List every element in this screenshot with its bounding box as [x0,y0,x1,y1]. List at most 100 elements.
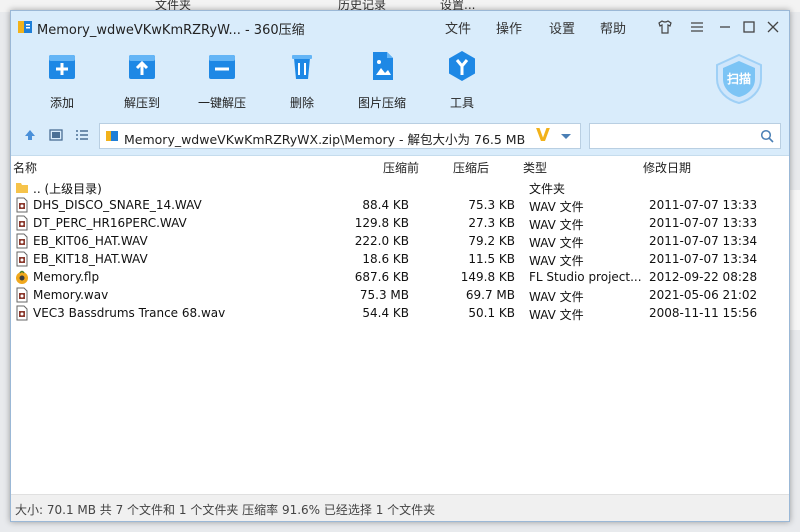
file-type: 文件夹 [529,182,566,196]
skin-button[interactable] [655,17,675,37]
file-row[interactable]: EB_KIT06_HAT.WAV 222.0 KB 79.2 KB WAV 文件 201… [11,232,789,250]
file-size: 75.3 MB [359,288,409,302]
search-box [589,123,781,149]
thumbnail-view-icon[interactable] [49,128,63,142]
file-type: WAV 文件 [529,200,584,214]
one-click-extract-icon [209,55,235,79]
audio-file-icon [15,305,29,321]
file-name: .. (上级目录) [33,182,102,196]
trash-icon [292,55,312,79]
menu-button[interactable] [687,17,707,37]
image-compress-icon [373,52,393,80]
column-type[interactable]: 类型 [523,159,547,176]
file-type: FL Studio project... [529,270,642,284]
file-name: VEC3 Bassdrums Trance 68.wav [33,306,226,320]
path-box[interactable]: Memory_wdweVKwKmRZRyWX.zip\Memory - 解包大小… [99,123,581,149]
menu-file[interactable]: 文件 [445,18,471,37]
minimize-button[interactable] [715,17,735,37]
file-row[interactable]: Memory.flp 687.6 KB 149.8 KB FL Studio proj… [11,268,789,286]
file-compressed-size: 149.8 KB [460,270,515,284]
chevron-down-icon[interactable] [560,130,572,142]
audio-file-icon [15,233,29,249]
image-compress-label: 图片压缩 [357,96,406,110]
file-row[interactable]: .. (上级目录) 文件夹 [11,178,789,196]
column-header: 名称 压缩前 压缩后 类型 修改日期 [11,156,789,176]
audio-file-icon [15,197,29,213]
column-modified[interactable]: 修改日期 [643,159,691,176]
close-icon [767,21,779,33]
one-click-extract-label: 一键解压 [197,96,246,110]
file-size: 222.0 KB [354,234,409,248]
status-bar: 大小: 70.1 MB 共 7 个文件和 1 个文件夹 压缩率 91.6% 已经… [11,494,789,521]
column-name[interactable]: 名称 [13,159,37,176]
tshirt-icon [658,20,672,34]
path-text: Memory_wdweVKwKmRZRyWX.zip\Memory - 解包大小… [124,132,526,147]
address-bar: Memory_wdweVKwKmRZRyWX.zip\Memory - 解包大小… [11,115,789,156]
file-row[interactable]: EB_KIT18_HAT.WAV 18.6 KB 11.5 KB WAV 文件 2011… [11,250,789,268]
file-modified: 2021-05-06 21:02 [649,288,758,302]
list-view-icon[interactable] [75,128,89,142]
archive-app-icon [18,21,32,33]
file-type: WAV 文件 [529,218,584,232]
vip-badge[interactable]: V [536,125,550,146]
title-bar: Memory_wdweVKwKmRZRyW... - 360压缩 文件 操作 设… [11,11,789,43]
file-compressed-size: 11.5 KB [468,252,515,266]
menu-operation[interactable]: 操作 [496,18,522,37]
file-type: WAV 文件 [529,290,584,304]
audio-file-icon [15,287,29,303]
background-window-edge [789,190,800,330]
file-size: 54.4 KB [362,306,409,320]
file-compressed-size: 69.7 MB [465,288,515,302]
file-modified: 2008-11-11 15:56 [649,306,758,320]
menu-help[interactable]: 帮助 [600,18,626,37]
file-type: WAV 文件 [529,308,584,322]
file-list: .. (上级目录) 文件夹 DHS_DISCO_SNARE_14.WAV 88.4 K… [11,178,789,322]
file-size: 88.4 KB [362,198,409,212]
scan-label: 扫描 [727,72,752,86]
audio-file-icon [15,215,29,231]
file-modified: 2011-07-07 13:34 [649,252,758,266]
file-row[interactable]: Memory.wav 75.3 MB 69.7 MB WAV 文件 2021-05-06… [11,286,789,304]
image-compress-button[interactable]: 图片压缩 [347,49,417,111]
file-type: WAV 文件 [529,236,584,250]
file-compressed-size: 50.1 KB [468,306,515,320]
close-button[interactable] [763,17,783,37]
file-row[interactable]: DT_PERC_HR16PERC.WAV 129.8 KB 27.3 KB WAV 文… [11,214,789,232]
menu-settings[interactable]: 设置 [549,18,575,37]
file-size: 129.8 KB [354,216,409,230]
tools-icon [449,51,475,81]
search-input[interactable] [594,127,758,147]
file-row[interactable]: VEC3 Bassdrums Trance 68.wav 54.4 KB 50.1 … [11,304,789,322]
file-modified: 2012-09-22 08:28 [649,270,758,284]
scan-button[interactable]: 扫描 [713,53,765,105]
minimize-icon [720,26,730,28]
maximize-button[interactable] [739,17,759,37]
one-click-extract-button[interactable]: 一键解压 [187,49,257,111]
file-compressed-size: 79.2 KB [468,234,515,248]
file-name: EB_KIT06_HAT.WAV [33,234,148,248]
file-compressed-size: 75.3 KB [468,198,515,212]
zip-archive-icon [106,131,118,141]
file-name: DHS_DISCO_SNARE_14.WAV [33,198,202,212]
column-size[interactable]: 压缩前 [383,159,419,176]
file-row[interactable]: DHS_DISCO_SNARE_14.WAV 88.4 KB 75.3 KB WAV … [11,196,789,214]
file-modified: 2011-07-07 13:33 [649,198,758,212]
search-icon[interactable] [760,129,774,143]
app-window: Memory_wdweVKwKmRZRyW... - 360压缩 文件 操作 设… [10,10,790,522]
delete-label: 删除 [289,96,314,110]
audio-file-icon [15,251,29,267]
file-size: 687.6 KB [354,270,409,284]
delete-button[interactable]: 删除 [267,49,337,111]
file-type: WAV 文件 [529,254,584,268]
extract-to-button[interactable]: 解压到 [107,49,177,111]
file-name: Memory.flp [33,270,100,284]
file-name: EB_KIT18_HAT.WAV [33,252,148,266]
add-button[interactable]: 添加 [27,49,97,111]
tools-label: 工具 [449,96,474,110]
column-compressed[interactable]: 压缩后 [453,159,489,176]
hamburger-icon [691,22,703,32]
up-arrow-icon[interactable] [23,128,37,142]
status-text: 大小: 70.1 MB 共 7 个文件和 1 个文件夹 压缩率 91.6% 已经… [15,503,436,517]
file-size: 18.6 KB [362,252,409,266]
tools-button[interactable]: 工具 [427,49,497,111]
